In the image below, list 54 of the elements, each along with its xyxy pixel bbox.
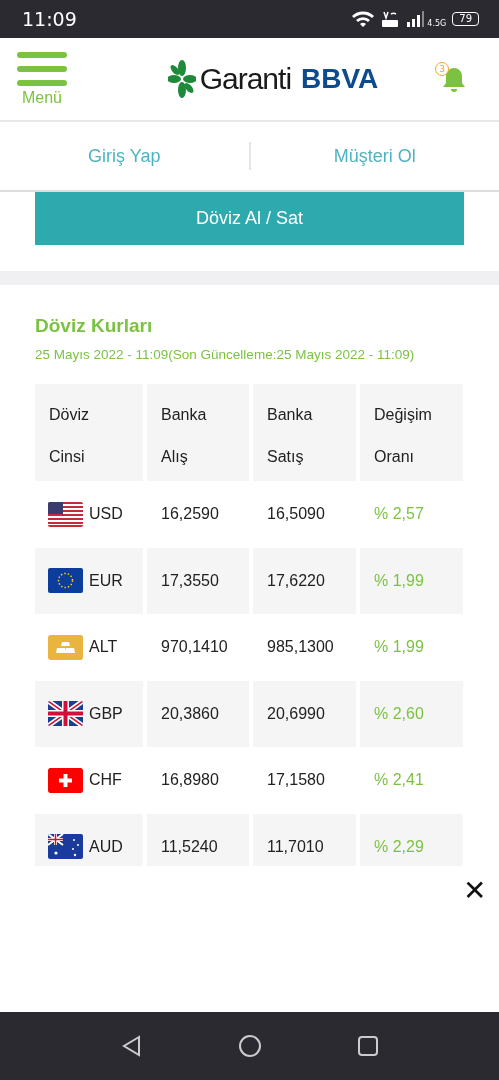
column-header: Döviz Cinsi [35, 384, 143, 481]
currency-code: AUD [89, 837, 123, 856]
section-title: Döviz Kurları [35, 315, 154, 337]
currency-code: GBP [89, 704, 123, 723]
sell-rate: 11,7010 [253, 813, 356, 866]
nav-link[interactable]: Giriş Yap [0, 145, 249, 167]
buy-rate: 16,8980 [160, 770, 220, 791]
menu-icon [17, 52, 67, 86]
buy-rate: 970,1410 [160, 637, 229, 658]
currency-code: CHF [89, 771, 122, 790]
status-time: 11:09 [22, 8, 77, 30]
home-icon[interactable] [237, 1034, 262, 1058]
logo-brand: BBVA [301, 63, 379, 95]
column-header: Banka Satış [253, 384, 356, 481]
change-rate: % 2,29 [360, 813, 463, 866]
column-header: Banka Alış [147, 384, 249, 481]
ingots-icon [48, 634, 83, 660]
eu-flag-icon [48, 568, 83, 594]
buy-rate: 20,3860 [147, 680, 249, 747]
back-icon[interactable] [120, 1035, 143, 1057]
sell-rate: 17,6220 [253, 547, 356, 614]
currency-code: ALT [89, 638, 118, 657]
buy-rate: 11,5240 [147, 813, 249, 866]
sell-rate: 17,1580 [266, 770, 326, 791]
clover-logo-icon [167, 60, 196, 98]
network-label: 4.5G [427, 19, 447, 28]
currency-code: EUR [89, 571, 123, 590]
menu-button[interactable]: Menü [17, 52, 67, 106]
buy-rate: 17,3550 [147, 547, 249, 614]
column-header: Değişim Oranı [360, 384, 463, 481]
change-rate: % 2,57 [373, 504, 425, 525]
us-flag-icon [48, 501, 83, 527]
close-button[interactable]: ✕ [457, 870, 492, 910]
wifi-icon [351, 10, 376, 28]
signal-icon [405, 10, 426, 28]
change-rate: % 2,60 [360, 680, 463, 747]
sell-rate: 16,5090 [266, 504, 326, 525]
swiss-flag-icon [48, 767, 83, 793]
sell-rate: 20,6990 [253, 680, 356, 747]
recents-icon[interactable] [356, 1035, 379, 1057]
update-time: 25 Mayıs 2022 - 11:09(Son Güncelleme:25 Mayıs 2022 - 11:09) [35, 347, 416, 362]
nav-link[interactable]: Müşteri Ol [250, 145, 499, 167]
australia-flag-icon [48, 834, 83, 860]
buy-rate: 16,2590 [160, 504, 220, 525]
change-rate: % 1,99 [360, 547, 463, 614]
uk-flag-icon [48, 701, 83, 727]
notification-badge: 3 [435, 62, 449, 76]
sell-rate: 985,1300 [266, 637, 335, 658]
battery-level: 79 [452, 12, 479, 26]
exchange-button[interactable]: Döviz Al / Sat [35, 192, 464, 245]
change-rate: % 1,99 [373, 637, 425, 658]
currency-code: USD [89, 505, 123, 524]
change-rate: % 2,41 [373, 770, 425, 791]
logo-name: Garanti [199, 62, 292, 96]
